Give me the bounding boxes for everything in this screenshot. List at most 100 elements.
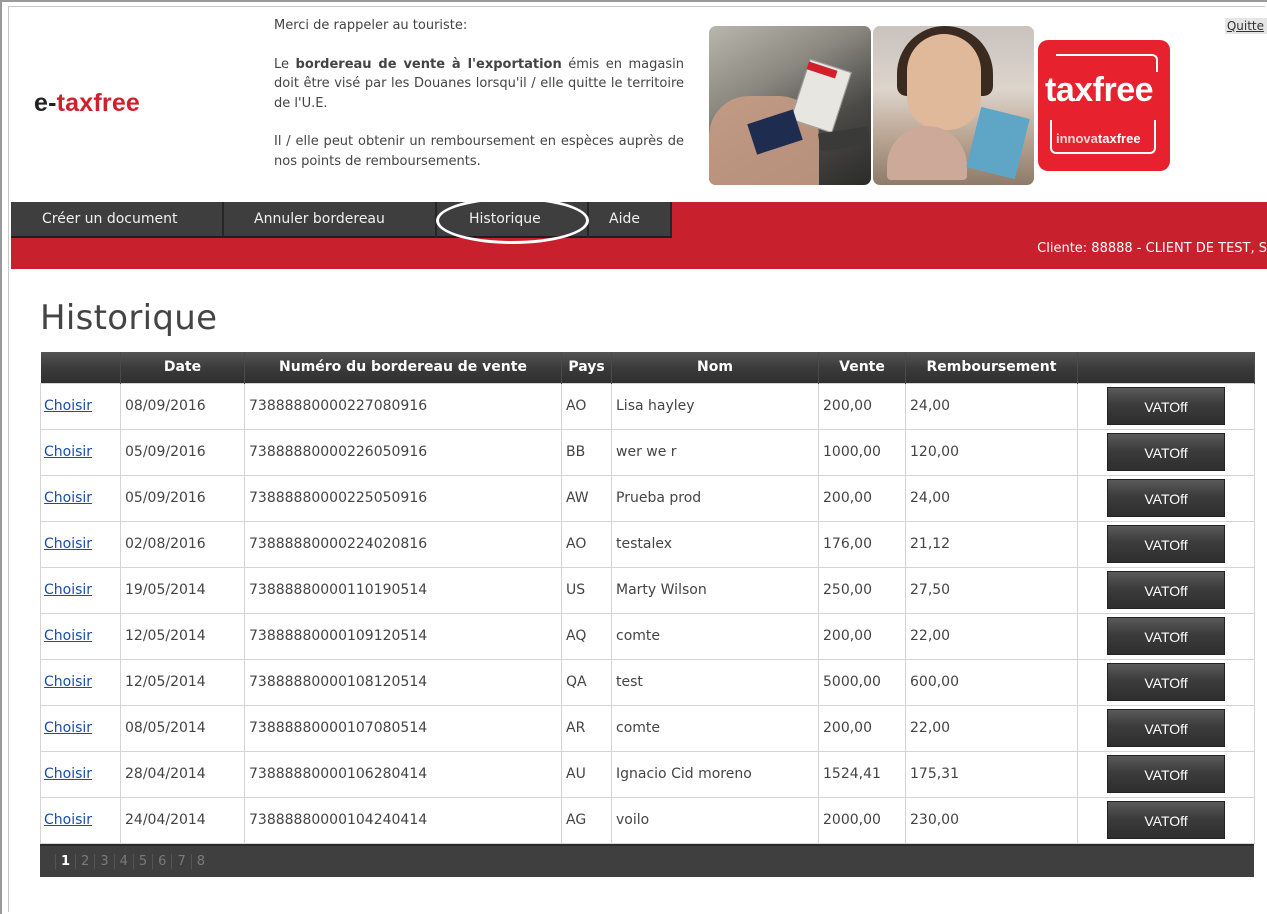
notice-intro: Merci de rappeler au touriste:: [274, 18, 468, 33]
column-header-date[interactable]: Date: [120, 352, 245, 383]
page-link-3[interactable]: 3: [94, 853, 113, 869]
table-row: Choisir 05/09/2016 73888880000225050916 AW P…: [40, 474, 1255, 522]
nav-item-create-document[interactable]: Créer un document: [11, 202, 224, 238]
brand-sub-a: innova: [1056, 131, 1098, 146]
table-row: Choisir 08/09/2016 73888880000227080916 AO L…: [40, 382, 1255, 430]
banknotes-shape: [887, 126, 967, 180]
page-link-8[interactable]: 8: [190, 853, 210, 869]
nav-item-history[interactable]: Historique: [437, 202, 589, 238]
page-title: Historique: [40, 298, 218, 338]
table-row: Choisir 02/08/2016 73888880000224020816 AO t…: [40, 520, 1255, 568]
notice-paragraph-refund: Il / elle peut obtenir un remboursement …: [274, 134, 684, 169]
date-cell: 08/09/2016: [120, 382, 245, 430]
action-cell: VATOff: [1077, 382, 1255, 430]
vatoff-button[interactable]: VATOff: [1107, 571, 1225, 609]
column-header-country[interactable]: Pays: [561, 352, 612, 383]
choose-link[interactable]: Choisir: [44, 444, 92, 460]
number-cell: 73888880000104240414: [244, 796, 562, 844]
number-cell: 73888880000226050916: [244, 428, 562, 476]
face-shape: [907, 34, 981, 130]
number-cell: 73888880000109120514: [244, 612, 562, 660]
table-row: Choisir 12/05/2014 73888880000108120514 QA t…: [40, 658, 1255, 706]
number-cell: 73888880000224020816: [244, 520, 562, 568]
column-header-number[interactable]: Numéro du bordereau de vente: [244, 352, 562, 383]
number-cell: 73888880000108120514: [244, 658, 562, 706]
sale-cell: 200,00: [818, 704, 906, 752]
column-header-name[interactable]: Nom: [611, 352, 819, 383]
sale-cell: 2000,00: [818, 796, 906, 844]
name-cell: Ignacio Cid moreno: [611, 750, 819, 798]
number-cell: 73888880000106280414: [244, 750, 562, 798]
country-cell: AU: [561, 750, 612, 798]
number-cell: 73888880000107080514: [244, 704, 562, 752]
choose-cell: Choisir: [40, 704, 121, 752]
column-header-choose: [40, 352, 121, 383]
country-cell: AQ: [561, 612, 612, 660]
page-link-2[interactable]: 2: [75, 853, 94, 869]
action-cell: VATOff: [1077, 428, 1255, 476]
refund-cell: 21,12: [905, 520, 1078, 568]
refund-cell: 24,00: [905, 474, 1078, 522]
vatoff-button[interactable]: VATOff: [1107, 525, 1225, 563]
choose-cell: Choisir: [40, 658, 121, 706]
number-cell: 73888880000225050916: [244, 474, 562, 522]
name-cell: Prueba prod: [611, 474, 819, 522]
page-link-5[interactable]: 5: [132, 853, 152, 869]
nav-bar: Créer un document Annuler bordereau Hist…: [11, 202, 1267, 269]
refund-cell: 230,00: [905, 796, 1078, 844]
logo-main: taxfree: [56, 89, 141, 117]
notice-paragraph-customs: Le bordereau de vente à l'exportation ém…: [274, 55, 684, 114]
vatoff-button[interactable]: VATOff: [1107, 755, 1225, 793]
choose-link[interactable]: Choisir: [44, 398, 92, 414]
sale-cell: 200,00: [818, 474, 906, 522]
nav-item-cancel-slip[interactable]: Annuler bordereau: [224, 202, 437, 238]
choose-cell: Choisir: [40, 612, 121, 660]
quit-link[interactable]: Quitte: [1224, 18, 1267, 34]
site-logo[interactable]: e-taxfree: [34, 89, 140, 118]
name-cell: Marty Wilson: [611, 566, 819, 614]
table-header-row: Date Numéro du bordereau de vente Pays N…: [40, 352, 1255, 383]
choose-link[interactable]: Choisir: [44, 536, 92, 552]
vatoff-button[interactable]: VATOff: [1107, 801, 1225, 839]
vatoff-button[interactable]: VATOff: [1107, 387, 1225, 425]
choose-link[interactable]: Choisir: [44, 628, 92, 644]
choose-link[interactable]: Choisir: [44, 766, 92, 782]
vatoff-button[interactable]: VATOff: [1107, 433, 1225, 471]
sale-cell: 200,00: [818, 612, 906, 660]
choose-link[interactable]: Choisir: [44, 490, 92, 506]
vatoff-button[interactable]: VATOff: [1107, 479, 1225, 517]
action-cell: VATOff: [1077, 520, 1255, 568]
taxfree-brand-logo: taxfree innovataxfree: [1038, 40, 1170, 171]
table-row: Choisir 05/09/2016 73888880000226050916 BB w…: [40, 428, 1255, 476]
name-cell: test: [611, 658, 819, 706]
history-table-wrapper: Date Numéro du bordereau de vente Pays N…: [40, 352, 1255, 877]
vatoff-button[interactable]: VATOff: [1107, 663, 1225, 701]
choose-link[interactable]: Choisir: [44, 812, 92, 828]
vatoff-button[interactable]: VATOff: [1107, 617, 1225, 655]
sale-cell: 1524,41: [818, 750, 906, 798]
page-link-4[interactable]: 4: [113, 853, 133, 869]
table-row: Choisir 24/04/2014 73888880000104240414 AG v…: [40, 796, 1255, 844]
country-cell: AO: [561, 382, 612, 430]
page-link-7[interactable]: 7: [171, 853, 190, 869]
logo-prefix: e-: [34, 89, 57, 117]
name-cell: wer we r: [611, 428, 819, 476]
brand-logo-word: taxfree: [1045, 71, 1154, 109]
vatoff-button[interactable]: VATOff: [1107, 709, 1225, 747]
action-cell: VATOff: [1077, 704, 1255, 752]
nav-item-help[interactable]: Aide: [589, 202, 672, 238]
choose-cell: Choisir: [40, 474, 121, 522]
choose-link[interactable]: Choisir: [44, 720, 92, 736]
choose-link[interactable]: Choisir: [44, 582, 92, 598]
country-cell: QA: [561, 658, 612, 706]
page-link-6[interactable]: 6: [152, 853, 171, 869]
column-header-refund[interactable]: Remboursement: [905, 352, 1078, 383]
sale-cell: 1000,00: [818, 428, 906, 476]
column-header-sale[interactable]: Vente: [818, 352, 906, 383]
sale-cell: 176,00: [818, 520, 906, 568]
choose-link[interactable]: Choisir: [44, 674, 92, 690]
number-cell: 73888880000110190514: [244, 566, 562, 614]
page-link-1[interactable]: 1: [55, 853, 75, 869]
logo-arrow-top: [1056, 54, 1158, 72]
sale-cell: 5000,00: [818, 658, 906, 706]
